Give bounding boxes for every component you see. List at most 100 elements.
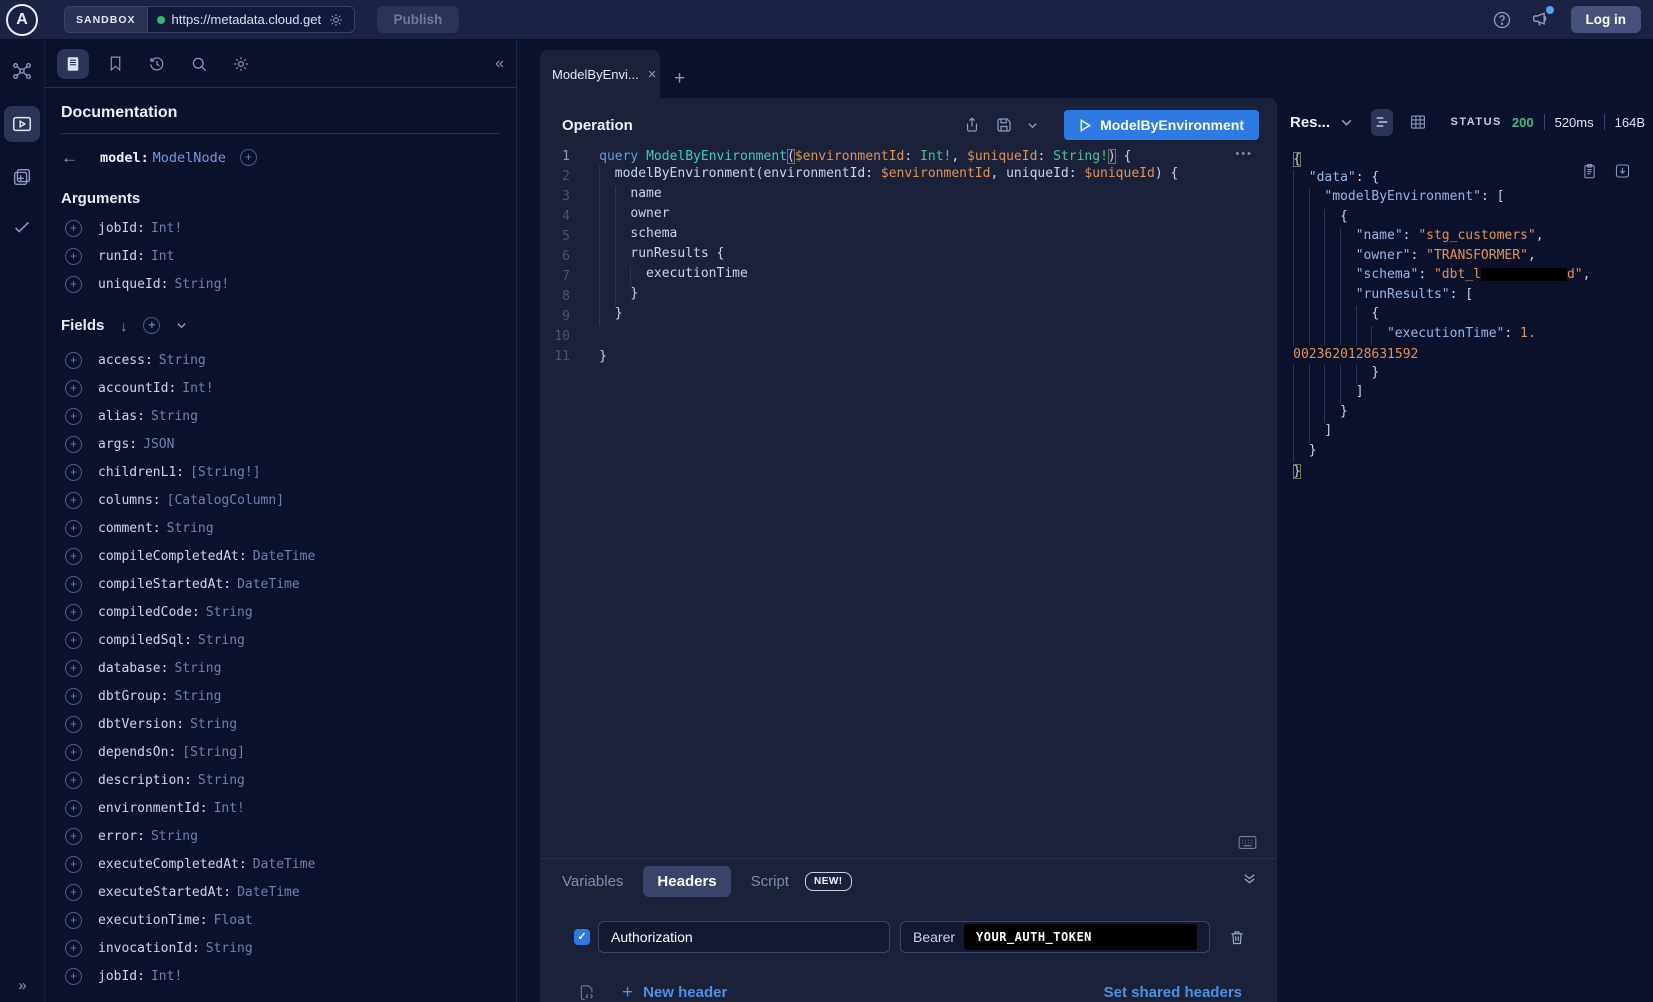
- format-json-view-icon[interactable]: [1371, 109, 1392, 136]
- add-field-icon[interactable]: +: [65, 276, 82, 293]
- add-field-icon[interactable]: +: [65, 912, 82, 929]
- field-name[interactable]: jobId:: [98, 221, 145, 236]
- field-name[interactable]: dbtGroup:: [98, 689, 168, 704]
- add-field-icon[interactable]: +: [65, 884, 82, 901]
- field-row[interactable]: +args:JSON: [61, 430, 500, 458]
- add-field-icon[interactable]: +: [65, 716, 82, 733]
- field-row[interactable]: +compileStartedAt:DateTime: [61, 570, 500, 598]
- add-type-icon[interactable]: +: [240, 149, 257, 166]
- documentation-tab-icon[interactable]: [57, 49, 89, 79]
- code-line[interactable]: 8}: [540, 286, 1277, 306]
- new-tab-icon[interactable]: +: [674, 69, 685, 88]
- endpoint-url[interactable]: https://metadata.cloud.get: [172, 12, 322, 27]
- field-row[interactable]: +runId:Int: [61, 242, 500, 270]
- code-line[interactable]: }: [1290, 462, 1645, 482]
- code-line[interactable]: }: [1290, 365, 1645, 385]
- publish-button[interactable]: Publish: [377, 6, 460, 33]
- code-line[interactable]: "runResults": [: [1290, 287, 1645, 307]
- add-field-icon[interactable]: +: [65, 968, 82, 985]
- keyboard-shortcuts-icon[interactable]: [1238, 835, 1257, 850]
- field-row[interactable]: +compiledSql:String: [61, 626, 500, 654]
- announcements-megaphone-icon[interactable]: [1531, 9, 1552, 30]
- back-arrow-icon[interactable]: ←: [61, 149, 78, 166]
- field-row[interactable]: + error: String: [61, 822, 500, 850]
- field-type[interactable]: Int!: [151, 221, 182, 236]
- field-type[interactable]: String: [174, 689, 221, 704]
- code-line[interactable]: 3name: [540, 186, 1277, 206]
- endpoint-url-box[interactable]: SANDBOX https://metadata.cloud.get: [64, 6, 355, 33]
- code-line[interactable]: "schema": "dbt_ld",: [1290, 267, 1645, 287]
- add-field-icon[interactable]: +: [65, 772, 82, 789]
- code-line[interactable]: "name": "stg_customers",: [1290, 228, 1645, 248]
- field-type[interactable]: DateTime: [253, 549, 316, 564]
- field-name[interactable]: environmentId:: [98, 801, 208, 816]
- collapse-docs-icon[interactable]: «: [495, 55, 504, 73]
- field-type[interactable]: Float: [214, 913, 253, 928]
- code-line[interactable]: 10: [540, 326, 1277, 346]
- field-name[interactable]: compiledCode:: [98, 605, 200, 620]
- code-line[interactable]: 2modelByEnvironment(environmentId: $envi…: [540, 166, 1277, 186]
- tab-variables[interactable]: Variables: [562, 873, 623, 890]
- field-row[interactable]: +accountId:Int!: [61, 374, 500, 402]
- code-line[interactable]: "executionTime": 1.: [1290, 326, 1645, 346]
- add-field-icon[interactable]: +: [65, 744, 82, 761]
- save-options-chevron-icon[interactable]: [1027, 120, 1038, 131]
- field-row[interactable]: +childrenL1:[String!]: [61, 458, 500, 486]
- share-icon[interactable]: [963, 116, 981, 134]
- tab-headers[interactable]: Headers: [643, 866, 730, 897]
- expand-rail-icon[interactable]: »: [0, 977, 45, 994]
- add-field-icon[interactable]: +: [65, 828, 82, 845]
- settings-gear-icon[interactable]: [232, 55, 250, 73]
- field-row[interactable]: +compiledCode:String: [61, 598, 500, 626]
- help-icon[interactable]: [1492, 10, 1512, 30]
- field-row[interactable]: +executionTime:Float: [61, 906, 500, 934]
- field-type[interactable]: String: [174, 661, 221, 676]
- field-row[interactable]: +compileCompletedAt:DateTime: [61, 542, 500, 570]
- editor-menu-kebab-icon[interactable]: •••: [1235, 148, 1253, 160]
- field-row[interactable]: + environmentId: Int!: [61, 794, 500, 822]
- field-type[interactable]: Int!: [214, 801, 245, 816]
- preflight-script-icon[interactable]: [578, 983, 596, 1002]
- field-type[interactable]: String!: [174, 277, 229, 292]
- field-type[interactable]: String: [206, 605, 253, 620]
- field-row[interactable]: + jobId: Int!: [61, 214, 500, 242]
- field-type[interactable]: String: [198, 633, 245, 648]
- add-field-icon[interactable]: +: [65, 464, 82, 481]
- field-row[interactable]: + jobId: Int!: [61, 962, 500, 990]
- field-type[interactable]: Int!: [151, 969, 182, 984]
- code-line[interactable]: ]: [1290, 384, 1645, 404]
- field-name[interactable]: runId:: [98, 249, 145, 264]
- fields-options-chevron-icon[interactable]: [176, 320, 187, 331]
- field-name[interactable]: args:: [98, 437, 137, 452]
- table-view-icon[interactable]: [1409, 113, 1427, 131]
- add-field-icon[interactable]: +: [65, 220, 82, 237]
- add-field-icon[interactable]: +: [65, 352, 82, 369]
- header-value-input[interactable]: Bearer YOUR_AUTH_TOKEN: [900, 921, 1210, 953]
- add-field-icon[interactable]: +: [65, 800, 82, 817]
- field-row[interactable]: +executeCompletedAt:DateTime: [61, 850, 500, 878]
- history-icon[interactable]: [148, 55, 166, 73]
- field-name[interactable]: description:: [98, 773, 192, 788]
- field-name[interactable]: jobId:: [98, 969, 145, 984]
- field-row[interactable]: +dbtVersion:String: [61, 710, 500, 738]
- field-row[interactable]: +dbtGroup:String: [61, 682, 500, 710]
- add-field-icon[interactable]: +: [65, 436, 82, 453]
- field-type[interactable]: [CatalogColumn]: [167, 493, 284, 508]
- auth-token-value[interactable]: YOUR_AUTH_TOKEN: [964, 924, 1197, 950]
- add-field-icon[interactable]: +: [65, 632, 82, 649]
- add-field-icon[interactable]: +: [65, 492, 82, 509]
- field-row[interactable]: +columns:[CatalogColumn]: [61, 486, 500, 514]
- field-type[interactable]: DateTime: [253, 857, 316, 872]
- code-line[interactable]: "modelByEnvironment": [: [1290, 189, 1645, 209]
- tab-script[interactable]: Script: [751, 873, 789, 890]
- field-type[interactable]: String: [151, 829, 198, 844]
- endpoint-url-area[interactable]: https://metadata.cloud.get: [148, 7, 354, 32]
- field-name[interactable]: error:: [98, 829, 145, 844]
- field-name[interactable]: database:: [98, 661, 168, 676]
- field-name[interactable]: executeStartedAt:: [98, 885, 231, 900]
- search-icon[interactable]: [190, 55, 208, 73]
- field-type[interactable]: String: [159, 353, 206, 368]
- field-name[interactable]: compileStartedAt:: [98, 577, 231, 592]
- field-name[interactable]: invocationId:: [98, 941, 200, 956]
- apollo-logo[interactable]: A: [6, 4, 38, 36]
